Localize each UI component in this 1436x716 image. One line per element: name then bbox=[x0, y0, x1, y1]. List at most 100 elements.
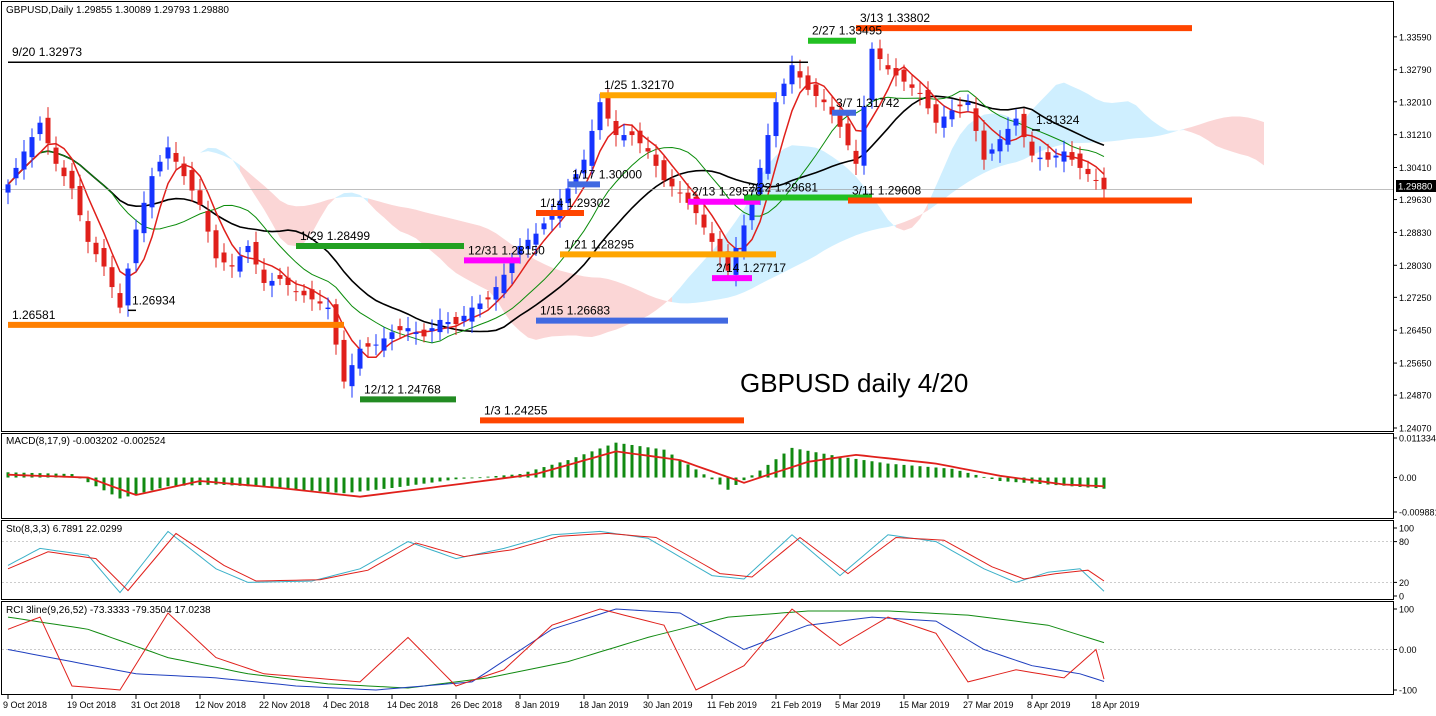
kumo-segment bbox=[808, 146, 816, 261]
kumo-segment bbox=[784, 145, 792, 273]
kumo-segment bbox=[408, 208, 416, 239]
level-label: 1/15 1.26683 bbox=[540, 304, 610, 318]
macd-bar bbox=[294, 477, 298, 490]
macd-bar bbox=[806, 450, 810, 478]
candle-body bbox=[101, 248, 107, 267]
macd-bar bbox=[726, 477, 730, 490]
y-tick-label: 0 bbox=[1399, 592, 1404, 602]
candle-body bbox=[501, 274, 507, 294]
candle-body bbox=[965, 102, 971, 106]
candle-body bbox=[653, 154, 659, 166]
level-label: 1/25 1.32170 bbox=[604, 78, 674, 92]
level-label: 2/14 1.27717 bbox=[716, 261, 786, 275]
macd-bar bbox=[990, 477, 994, 479]
macd-bar bbox=[750, 475, 754, 478]
macd-bar bbox=[190, 477, 194, 486]
macd-bar bbox=[286, 477, 290, 489]
candle-body bbox=[205, 211, 211, 232]
kumo-segment bbox=[1096, 99, 1104, 143]
y-tick-label: 1.30410 bbox=[1399, 163, 1432, 173]
level-label: 12/31 1.28150 bbox=[468, 243, 545, 257]
kumo-segment bbox=[344, 192, 352, 198]
macd-bar bbox=[846, 457, 850, 478]
candle-body bbox=[389, 332, 395, 339]
candle-body bbox=[805, 75, 811, 90]
macd-bar bbox=[550, 464, 554, 478]
candle-body bbox=[541, 223, 547, 230]
macd-bar bbox=[566, 460, 570, 478]
candle-body bbox=[221, 252, 227, 263]
level-label: 1/17 1.30000 bbox=[572, 167, 642, 181]
macd-bar bbox=[398, 477, 402, 487]
macd-bar bbox=[902, 464, 906, 478]
kumo-segment bbox=[1120, 101, 1128, 141]
kumo-segment bbox=[1216, 117, 1224, 149]
candle-body bbox=[949, 110, 955, 120]
macd-bar bbox=[622, 443, 626, 478]
candle-body bbox=[709, 233, 715, 242]
macd-bar bbox=[342, 477, 346, 494]
macd-bar bbox=[150, 477, 154, 491]
macd-bar bbox=[686, 464, 690, 478]
candle-body bbox=[1013, 118, 1019, 126]
x-tick-label: 5 Mar 2019 bbox=[835, 700, 881, 710]
macd-bar bbox=[94, 477, 98, 487]
macd-bar bbox=[982, 476, 986, 478]
macd-bar bbox=[854, 458, 858, 478]
x-tick-label: 19 Oct 2018 bbox=[67, 700, 116, 710]
candle-body bbox=[861, 106, 867, 166]
candle-body bbox=[493, 287, 499, 300]
x-tick-label: 4 Dec 2018 bbox=[323, 700, 369, 710]
x-tick-label: 14 Dec 2018 bbox=[387, 700, 438, 710]
candle-body bbox=[445, 321, 451, 325]
candle-body bbox=[149, 176, 155, 208]
macd-bar bbox=[614, 442, 618, 478]
kumo-segment bbox=[960, 124, 968, 188]
macd-bar bbox=[662, 449, 666, 478]
macd-bar bbox=[774, 459, 778, 478]
x-tick-label: 31 Oct 2018 bbox=[131, 700, 180, 710]
macd-bar bbox=[422, 477, 426, 484]
candle-body bbox=[901, 69, 907, 82]
macd-bar bbox=[886, 463, 890, 478]
kumo-segment bbox=[1248, 117, 1256, 160]
level-label: 1/21 1.28295 bbox=[564, 237, 634, 251]
candle-body bbox=[933, 104, 939, 123]
macd-bar bbox=[134, 477, 138, 495]
candle-body bbox=[941, 116, 947, 128]
candle-body bbox=[1045, 152, 1051, 160]
macd-bar bbox=[838, 456, 842, 478]
y-tick-label: 20 bbox=[1399, 578, 1409, 588]
kumo-segment bbox=[1256, 119, 1264, 166]
y-tick-label: 1.29630 bbox=[1399, 195, 1432, 205]
candle-body bbox=[1093, 179, 1099, 181]
y-tick-label: 1.33590 bbox=[1399, 32, 1432, 42]
candle-body bbox=[885, 65, 891, 70]
candle-body bbox=[85, 221, 91, 242]
candle-body bbox=[1053, 155, 1059, 158]
x-tick-label: 12 Nov 2018 bbox=[195, 700, 246, 710]
kumo-segment bbox=[440, 215, 448, 267]
candle-body bbox=[277, 275, 283, 279]
candle-body bbox=[701, 214, 707, 228]
candle-body bbox=[293, 291, 299, 293]
candle-body bbox=[341, 339, 347, 382]
candle-body bbox=[845, 123, 851, 146]
level-label: 12/12 1.24768 bbox=[364, 382, 441, 396]
candle-body bbox=[405, 328, 411, 332]
candle-body bbox=[637, 130, 643, 144]
x-tick-label: 11 Feb 2019 bbox=[707, 700, 757, 710]
y-tick-label: 1.24070 bbox=[1399, 424, 1432, 434]
macd-bar bbox=[454, 477, 458, 480]
candle-body bbox=[189, 170, 195, 191]
y-tick-label: -100 bbox=[1399, 686, 1417, 696]
macd-bar bbox=[174, 477, 178, 486]
candle-body bbox=[917, 92, 923, 94]
x-tick-label: 9 Oct 2018 bbox=[3, 700, 47, 710]
level-label: 9/20 1.32973 bbox=[12, 45, 82, 59]
sto-header: Sto(8,3,3) 6.7891 22.0299 bbox=[6, 524, 123, 535]
y-tick-label: 1.31210 bbox=[1399, 130, 1432, 140]
macd-bar bbox=[214, 477, 218, 485]
level-label: 1/29 1.28499 bbox=[300, 229, 370, 243]
candle-body bbox=[469, 307, 475, 322]
